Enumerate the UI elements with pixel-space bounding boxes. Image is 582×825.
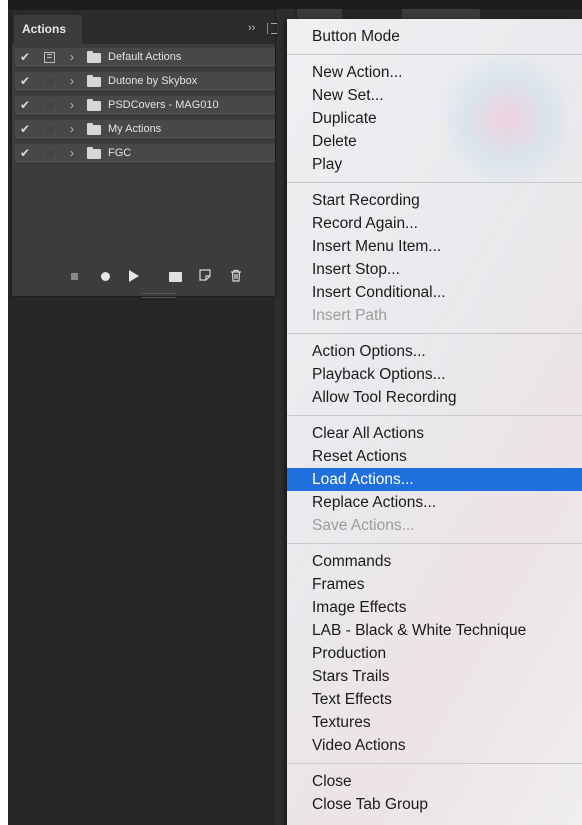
- menu-item-image-effects[interactable]: Image Effects: [287, 596, 582, 619]
- menu-separator: [287, 182, 582, 183]
- menu-item-insert-conditional[interactable]: Insert Conditional...: [287, 281, 582, 304]
- menu-item-textures[interactable]: Textures: [287, 711, 582, 734]
- panel-footer: [15, 263, 273, 291]
- menu-item-frames[interactable]: Frames: [287, 573, 582, 596]
- menu-separator: [287, 543, 582, 544]
- menu-item-insert-stop[interactable]: Insert Stop...: [287, 258, 582, 281]
- menu-item-replace-actions[interactable]: Replace Actions...: [287, 491, 582, 514]
- action-set-row[interactable]: ✔ › PSDCovers - MAG010: [15, 96, 275, 116]
- action-set-row[interactable]: ✔ › Dutone by Skybox: [15, 72, 275, 92]
- chevron-right-icon[interactable]: ›: [70, 146, 74, 160]
- dialog-toggle[interactable]: [44, 52, 55, 63]
- actions-panel: Actions ›› ✔ › Default Actions ✔ › Dutone by …: [11, 9, 277, 298]
- folder-icon: [87, 75, 101, 87]
- action-set-label: My Actions: [108, 123, 162, 135]
- menu-item-reset-actions[interactable]: Reset Actions: [287, 445, 582, 468]
- chevron-right-icon[interactable]: ›: [70, 122, 74, 136]
- record-icon[interactable]: [101, 272, 110, 281]
- chevron-right-icon[interactable]: ›: [70, 74, 74, 88]
- new-set-icon[interactable]: [169, 272, 182, 282]
- dialog-toggle[interactable]: [44, 100, 55, 111]
- action-set-label: Dutone by Skybox: [108, 75, 198, 87]
- menu-separator: [287, 415, 582, 416]
- toggle-checkmark-icon[interactable]: ✔: [20, 122, 30, 136]
- menu-item-lab-black-white-technique[interactable]: LAB - Black & White Technique: [287, 619, 582, 642]
- toggle-checkmark-icon[interactable]: ✔: [20, 74, 30, 88]
- resize-grip[interactable]: [142, 293, 176, 298]
- menu-item-commands[interactable]: Commands: [287, 550, 582, 573]
- menu-item-delete[interactable]: Delete: [287, 130, 582, 153]
- toggle-checkmark-icon[interactable]: ✔: [20, 98, 30, 112]
- menu-item-insert-menu-item[interactable]: Insert Menu Item...: [287, 235, 582, 258]
- chevron-right-icon[interactable]: ›: [70, 98, 74, 112]
- dialog-toggle[interactable]: [44, 148, 55, 159]
- stop-icon[interactable]: [71, 273, 78, 280]
- menu-item-insert-path: Insert Path: [312, 307, 387, 324]
- action-set-row[interactable]: ✔ › FGC: [15, 144, 275, 164]
- panel-header: Actions ››: [12, 10, 277, 44]
- chevron-right-icon[interactable]: ›: [70, 50, 74, 64]
- menu-separator: [287, 763, 582, 764]
- new-action-icon[interactable]: [199, 269, 211, 284]
- folder-icon: [87, 123, 101, 135]
- menu-item-load-actions[interactable]: Load Actions...: [287, 468, 582, 491]
- menu-item-close[interactable]: Close: [287, 770, 582, 793]
- dialog-toggle[interactable]: [44, 76, 55, 87]
- panel-menu-icon[interactable]: [271, 23, 277, 34]
- menu-item-playback-options[interactable]: Playback Options...: [287, 363, 582, 386]
- panel-flyout-menu: Button Mode New Action... New Set... Duplic…: [287, 19, 582, 825]
- action-set-row[interactable]: ✔ › My Actions: [15, 120, 275, 140]
- menu-item-new-set[interactable]: New Set...: [287, 84, 582, 107]
- menu-item-video-actions[interactable]: Video Actions: [287, 734, 582, 757]
- menu-item-record-again[interactable]: Record Again...: [287, 212, 582, 235]
- action-set-label: Default Actions: [108, 51, 182, 63]
- menu-item-clear-all-actions[interactable]: Clear All Actions: [287, 422, 582, 445]
- header-divider: [267, 23, 268, 34]
- play-icon[interactable]: [129, 270, 139, 282]
- menu-item-save-actions: Save Actions...: [312, 517, 415, 534]
- double-chevron-icon[interactable]: ››: [248, 22, 255, 34]
- menu-item-start-recording[interactable]: Start Recording: [287, 189, 582, 212]
- menu-item-production[interactable]: Production: [287, 642, 582, 665]
- folder-icon: [87, 99, 101, 111]
- menu-item-duplicate[interactable]: Duplicate: [287, 107, 582, 130]
- top-bar: [8, 0, 582, 9]
- action-set-row[interactable]: ✔ › Default Actions: [15, 48, 275, 68]
- menu-item-play[interactable]: Play: [287, 153, 582, 176]
- action-set-label: PSDCovers - MAG010: [108, 99, 219, 111]
- menu-item-action-options[interactable]: Action Options...: [287, 340, 582, 363]
- menu-item-new-action[interactable]: New Action...: [287, 61, 582, 84]
- menu-item-allow-tool-recording[interactable]: Allow Tool Recording: [287, 386, 582, 409]
- toggle-checkmark-icon[interactable]: ✔: [20, 50, 30, 64]
- tab-actions[interactable]: Actions: [14, 15, 82, 44]
- folder-icon: [87, 147, 101, 159]
- menu-separator: [287, 333, 582, 334]
- toggle-checkmark-icon[interactable]: ✔: [20, 146, 30, 160]
- menu-item-button-mode[interactable]: Button Mode: [287, 25, 582, 48]
- trash-icon[interactable]: [230, 269, 242, 285]
- menu-item-stars-trails[interactable]: Stars Trails: [287, 665, 582, 688]
- folder-icon: [87, 51, 101, 63]
- action-set-label: FGC: [108, 147, 132, 159]
- menu-item-close-tab-group[interactable]: Close Tab Group: [287, 793, 582, 816]
- menu-separator: [287, 54, 582, 55]
- menu-item-text-effects[interactable]: Text Effects: [287, 688, 582, 711]
- dialog-toggle[interactable]: [44, 124, 55, 135]
